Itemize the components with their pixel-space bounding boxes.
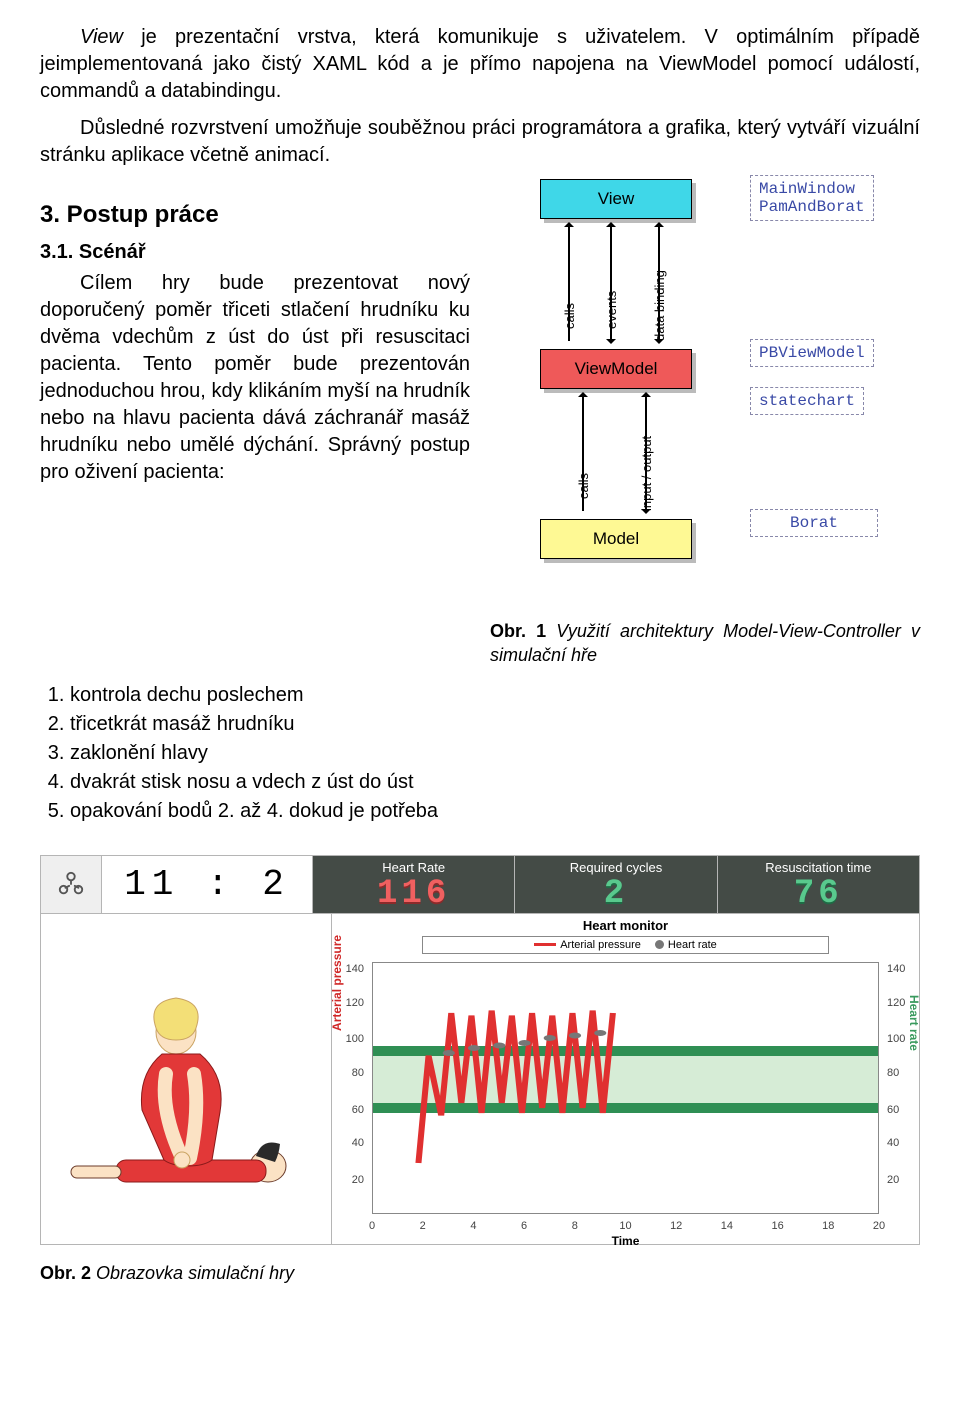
plot-area — [372, 962, 879, 1214]
ann-statechart: statechart — [750, 387, 864, 415]
legend-hr: Heart rate — [668, 939, 717, 951]
ann-mainwindow: MainWindow PamAndBorat — [750, 175, 874, 221]
mvc-viewmodel-box: ViewModel — [540, 349, 692, 389]
heart-monitor-chart: Heart monitor Arterial pressure Heart ra… — [332, 914, 919, 1244]
logo-icon — [41, 856, 102, 913]
chart-title: Heart monitor — [332, 918, 919, 933]
heading-scenar: 3.1. Scénář — [40, 241, 470, 264]
metric-value: 76 — [718, 877, 919, 911]
resuscitation-illustration — [41, 914, 332, 1244]
step-item: zaklonění hlavy — [70, 740, 920, 767]
steps-list: kontrola dechu poslechem třicetkrát masá… — [70, 682, 920, 825]
lbl-databind: data binding — [652, 270, 667, 341]
metric-cycles: Required cycles 2 — [515, 856, 717, 913]
metric-label: Required cycles — [515, 860, 716, 875]
mvc-view-box: View — [540, 179, 692, 219]
lbl-calls-2: calls — [576, 473, 591, 499]
mvc-diagram: View ViewModel Model calls events data b… — [490, 179, 910, 609]
chart-legend: Arterial pressure Heart rate — [422, 936, 829, 954]
metric-value: 2 — [515, 877, 716, 911]
metric-label: Heart Rate — [313, 860, 514, 875]
metric-time: Resuscitation time 76 — [718, 856, 919, 913]
metric-heart-rate: Heart Rate 116 — [313, 856, 515, 913]
ann-pbviewmodel: PBViewModel — [750, 339, 874, 367]
legend-ap: Arterial pressure — [560, 939, 641, 951]
step-item: kontrola dechu poslechem — [70, 682, 920, 709]
scenar-para: Cílem hry bude prezentovat nový doporuče… — [40, 270, 470, 486]
ann-borat: Borat — [750, 509, 878, 537]
lbl-calls-1: calls — [562, 303, 577, 329]
intro-para-1: View je prezentační vrstva, která komuni… — [40, 24, 920, 105]
fig1-caption: Obr. 1 Využití architektury Model-View-C… — [490, 619, 920, 668]
view-term: View — [80, 26, 123, 48]
step-item: třicetkrát masáž hrudníku — [70, 711, 920, 738]
step-item: dvakrát stisk nosu a vdech z úst do úst — [70, 769, 920, 796]
y-right-ticks: 140120 10080 6040 20 — [883, 954, 923, 1214]
x-label: Time — [332, 1234, 919, 1248]
ratio-display: 11 : 2 — [102, 856, 313, 913]
lbl-events: events — [604, 291, 619, 329]
lbl-io: input / output — [639, 436, 654, 511]
metric-label: Resuscitation time — [718, 860, 919, 875]
step-item: opakování bodů 2. až 4. dokud je potřeba — [70, 798, 920, 825]
simulation-screenshot: 11 : 2 Heart Rate 116 Required cycles 2 … — [40, 855, 920, 1245]
fig2-caption: Obr. 2 Obrazovka simulační hry — [40, 1261, 920, 1285]
metric-value: 116 — [313, 877, 514, 911]
intro-para-2: Důsledné rozvrstvení umožňuje souběžnou … — [40, 115, 920, 169]
y-left-ticks: 140120 10080 6040 20 — [328, 954, 368, 1214]
heading-postup: 3. Postup práce — [40, 201, 470, 229]
mvc-model-box: Model — [540, 519, 692, 559]
